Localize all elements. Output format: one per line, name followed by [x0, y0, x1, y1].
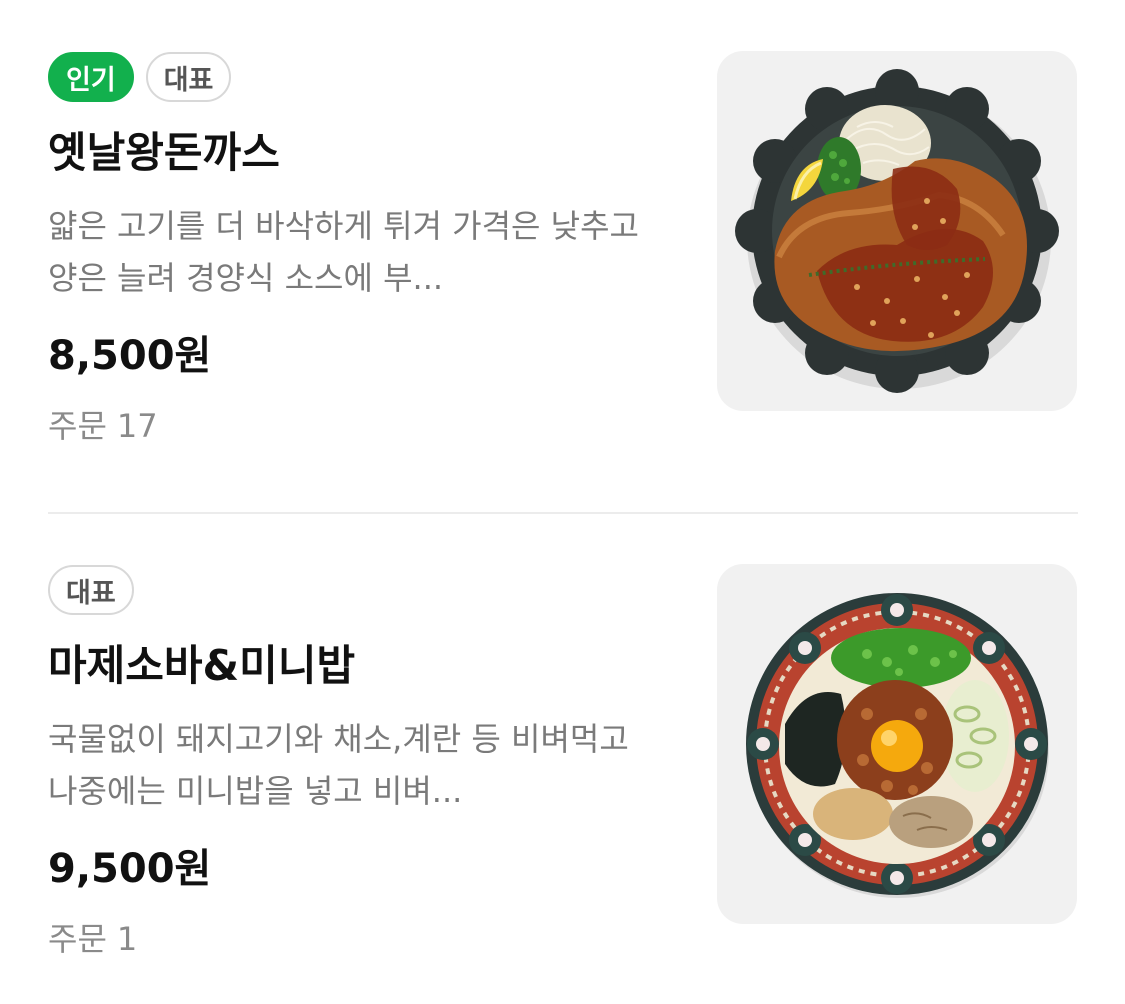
mazesoba-illustration [746, 593, 1049, 898]
menu-name: 옛날왕돈까스 [48, 128, 280, 177]
menu-item[interactable]: 대표 마제소바&미니밥 국물없이 돼지고기와 채소,계란 등 비벼먹고 나중에는… [48, 513, 1078, 1004]
menu-price: 8,500원 [48, 333, 212, 379]
badge-group: 대표 [48, 563, 668, 617]
badge-group: 인기 대표 [48, 50, 668, 104]
menu-description: 국물없이 돼지고기와 채소,계란 등 비벼먹고 나중에는 미니밥을 넣고 비벼.… [48, 720, 629, 810]
signature-badge: 대표 [48, 565, 134, 615]
menu-description: 얇은 고기를 더 바삭하게 튀겨 가격은 낮추고 양은 늘려 경양식 소스에 부… [48, 207, 639, 297]
menu-list: 인기 대표 옛날왕돈까스 얇은 고기를 더 바삭하게 튀겨 가격은 낮추고 양은… [48, 0, 1078, 1004]
signature-badge: 대표 [145, 52, 232, 102]
menu-item-info: 대표 마제소바&미니밥 국물없이 돼지고기와 채소,계란 등 비벼먹고 나중에는… [48, 563, 668, 961]
order-count-label: 주문 [48, 407, 107, 445]
order-count-value: 1 [116, 920, 138, 958]
order-count: 주문 1 [48, 917, 668, 961]
pork-cutlet-plate-image[interactable] [717, 51, 1077, 411]
mazesoba-bowl-image[interactable] [717, 564, 1077, 924]
order-count-value: 17 [116, 407, 158, 445]
menu-name: 마제소바&미니밥 [48, 641, 356, 690]
order-count-label: 주문 [48, 920, 107, 958]
menu-price: 9,500원 [48, 846, 212, 892]
order-count: 주문 17 [48, 404, 668, 448]
menu-item-info: 인기 대표 옛날왕돈까스 얇은 고기를 더 바삭하게 튀겨 가격은 낮추고 양은… [48, 50, 668, 448]
menu-item[interactable]: 인기 대표 옛날왕돈까스 얇은 고기를 더 바삭하게 튀겨 가격은 낮추고 양은… [48, 0, 1078, 514]
pork-cutlet-illustration [735, 69, 1059, 393]
popular-badge: 인기 [48, 52, 134, 102]
